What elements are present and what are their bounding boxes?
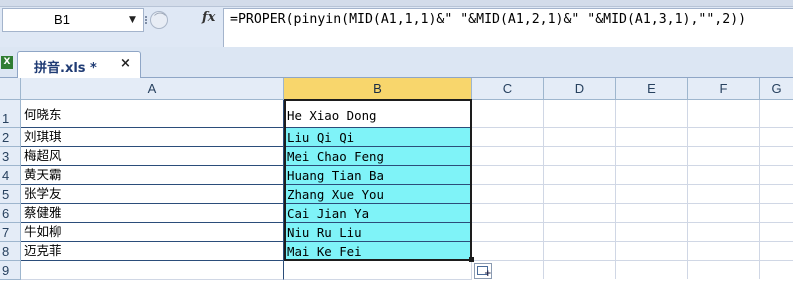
cell-range-c[interactable]: [472, 128, 544, 279]
cell-range-g[interactable]: [760, 128, 793, 279]
name-box[interactable]: B1 ▼: [2, 8, 144, 32]
formula-text[interactable]: =PROPER(pinyin(MID(A1,1,1)&" "&MID(A1,2,…: [230, 12, 746, 27]
cell-a7[interactable]: 牛如柳: [21, 223, 284, 242]
cell-a1[interactable]: 何晓东: [21, 100, 284, 128]
close-icon[interactable]: ×: [120, 56, 131, 71]
row-header-4[interactable]: 4: [0, 166, 21, 185]
fill-handle[interactable]: [469, 257, 474, 262]
row-header-8[interactable]: 8: [0, 242, 21, 261]
cell-a4[interactable]: 黄天霸: [21, 166, 284, 185]
cell-a2[interactable]: 刘琪琪: [21, 128, 284, 147]
cell-e1[interactable]: [616, 100, 688, 128]
column-header-f[interactable]: F: [688, 78, 760, 100]
insert-function-button[interactable]: fx: [202, 10, 215, 25]
cell-a6[interactable]: 蔡健雅: [21, 204, 284, 223]
cell-b8[interactable]: Mai Ke Fei: [284, 242, 472, 261]
document-tab-bar: X 拼音.xls * ×: [0, 47, 793, 78]
select-all-corner[interactable]: [0, 78, 21, 100]
cell-b1[interactable]: He Xiao Dong: [284, 100, 472, 128]
cell-d1[interactable]: [544, 100, 616, 128]
column-header-c[interactable]: C: [472, 78, 544, 100]
cell-b2[interactable]: Liu Qi Qi: [284, 128, 472, 147]
spreadsheet-icon: X: [1, 56, 13, 69]
cell-a5[interactable]: 张学友: [21, 185, 284, 204]
cell-b3[interactable]: Mei Chao Feng: [284, 147, 472, 166]
cell-a8[interactable]: 迈克菲: [21, 242, 284, 261]
column-header-d[interactable]: D: [544, 78, 616, 100]
tab-file[interactable]: 拼音.xls * ×: [17, 51, 141, 78]
cell-f1[interactable]: [688, 100, 760, 128]
cell-g1[interactable]: [760, 100, 793, 128]
row-header-1[interactable]: 1: [0, 100, 21, 128]
cell-c1[interactable]: [472, 100, 544, 128]
cell-b7[interactable]: Niu Ru Liu: [284, 223, 472, 242]
auto-fill-options-icon[interactable]: +: [474, 263, 492, 279]
column-header-a[interactable]: A: [21, 78, 284, 100]
cell-b6[interactable]: Cai Jian Ya: [284, 204, 472, 223]
cell-b4[interactable]: Huang Tian Ba: [284, 166, 472, 185]
name-box-value[interactable]: B1: [3, 9, 121, 31]
row-header-3[interactable]: 3: [0, 147, 21, 166]
column-header-g[interactable]: G: [760, 78, 793, 100]
ribbon-edge: [0, 0, 793, 7]
cell-a3[interactable]: 梅超风: [21, 147, 284, 166]
tab-file-label: 拼音.xls *: [34, 61, 97, 76]
row-header-2[interactable]: 2: [0, 128, 21, 147]
column-header-b[interactable]: B: [284, 78, 472, 100]
spreadsheet-grid: A B C D E F G 1 何晓东 He Xiao Dong 2 刘琪琪 L…: [0, 78, 793, 282]
cell-range-f[interactable]: [688, 128, 760, 279]
cell-b9[interactable]: [284, 261, 472, 280]
chevron-down-icon[interactable]: ▼: [129, 14, 139, 26]
formula-input[interactable]: =PROPER(pinyin(MID(A1,1,1)&" "&MID(A1,2,…: [223, 8, 793, 48]
cell-range-d[interactable]: [544, 128, 616, 279]
row-header-6[interactable]: 6: [0, 204, 21, 223]
row-header-9[interactable]: 9: [0, 261, 21, 280]
collapse-icon[interactable]: ⌒: [150, 11, 168, 29]
formula-controls: ⌒ fx: [142, 8, 222, 30]
formula-bar: B1 ▼ ⌒ fx =PROPER(pinyin(MID(A1,1,1)&" "…: [0, 0, 793, 48]
cell-b5[interactable]: Zhang Xue You: [284, 185, 472, 204]
column-header-e[interactable]: E: [616, 78, 688, 100]
cell-a9[interactable]: [21, 261, 284, 280]
cell-range-e[interactable]: [616, 128, 688, 279]
row-header-5[interactable]: 5: [0, 185, 21, 204]
row-header-7[interactable]: 7: [0, 223, 21, 242]
